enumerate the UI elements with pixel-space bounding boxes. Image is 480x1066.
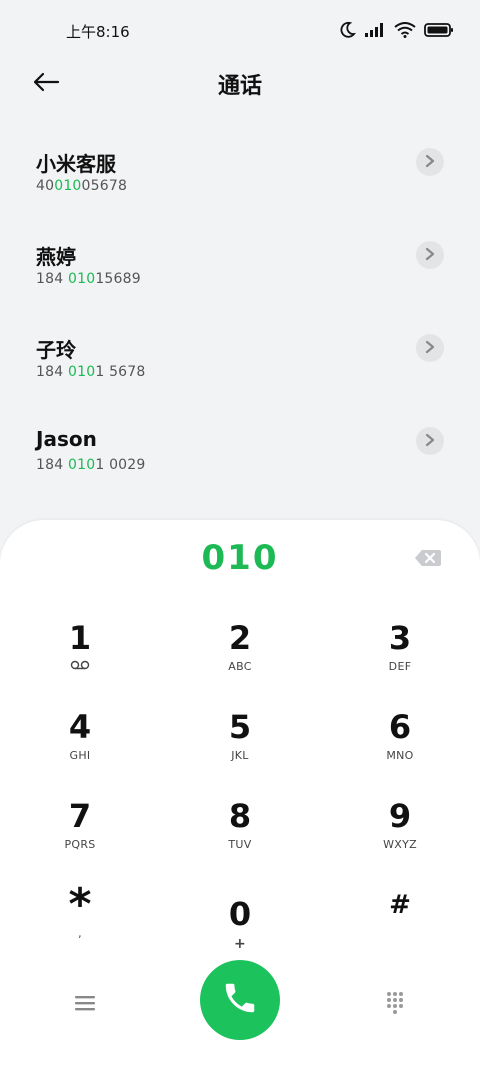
backspace-icon (414, 550, 442, 572)
key-letters: MNO (386, 749, 414, 762)
contact-number: 184 0101 0029 (36, 457, 146, 473)
key-letters: + (233, 936, 247, 952)
key-2[interactable]: 2 ABC (180, 618, 300, 696)
key-8[interactable]: 8 TUV (180, 796, 300, 874)
key-star[interactable]: * , (20, 879, 140, 963)
contact-row[interactable]: 小米客服 4001005678 (0, 118, 480, 211)
key-digit: 1 (68, 619, 92, 657)
key-letters (340, 927, 460, 941)
key-9[interactable]: 9 WXYZ (340, 796, 460, 874)
contact-detail-button[interactable] (416, 241, 444, 269)
contact-list: 小米客服 4001005678 燕婷 184 01015689 子玲 184 0… (0, 118, 480, 490)
contact-name: 小米客服 (36, 152, 116, 176)
key-digit: 5 (228, 708, 252, 746)
menu-icon (75, 995, 95, 1015)
dialpad-bottom-bar (0, 960, 480, 1050)
key-hash[interactable]: # (340, 885, 460, 963)
contact-number: 184 01015689 (36, 271, 141, 287)
chevron-right-icon (424, 153, 436, 172)
key-digit: 0 (228, 895, 252, 933)
key-letters: WXYZ (383, 838, 417, 851)
key-letters: , (78, 927, 82, 940)
header: 通话 (0, 60, 480, 106)
key-digit: 8 (228, 797, 252, 835)
contact-name: Jason (36, 427, 97, 451)
contact-number: 4001005678 (36, 178, 128, 194)
key-6[interactable]: 6 MNO (340, 707, 460, 785)
chevron-right-icon (424, 339, 436, 358)
key-1[interactable]: 1 (20, 618, 140, 696)
call-button[interactable] (200, 960, 280, 1040)
wifi-icon (394, 22, 416, 42)
key-digit: 2 (228, 619, 252, 657)
chevron-right-icon (424, 432, 436, 451)
key-7[interactable]: 7 PQRS (20, 796, 140, 874)
contact-row[interactable]: 燕婷 184 01015689 (0, 211, 480, 304)
key-digit: 9 (388, 797, 412, 835)
key-letters: DEF (388, 660, 412, 673)
key-digit: 3 (388, 619, 412, 657)
key-digit: * (68, 879, 92, 930)
contact-detail-button[interactable] (416, 148, 444, 176)
dialpad-sheet: 010 1 2 ABC 3 DEF 4 GHI 5 JKL 6 MNO 7 PQ… (0, 520, 480, 1066)
dialed-number: 010 (201, 538, 279, 578)
contact-number: 184 0101 5678 (36, 364, 146, 380)
contact-name: 燕婷 (36, 245, 76, 269)
status-icons (338, 21, 454, 43)
key-4[interactable]: 4 GHI (20, 707, 140, 785)
key-5[interactable]: 5 JKL (180, 707, 300, 785)
contact-row[interactable]: Jason 184 0101 0029 (0, 397, 480, 490)
backspace-button[interactable] (414, 548, 442, 568)
key-digit: 6 (388, 708, 412, 746)
phone-icon (221, 979, 259, 1021)
contact-detail-button[interactable] (416, 334, 444, 362)
key-digit: 4 (68, 708, 92, 746)
contact-row[interactable]: 子玲 184 0101 5678 (0, 304, 480, 397)
status-bar: 上午8:16 (0, 0, 480, 60)
key-letters: PQRS (64, 838, 96, 851)
page-title: 通话 (217, 74, 262, 99)
status-time: 上午8:16 (66, 23, 130, 41)
chevron-right-icon (424, 246, 436, 265)
signal-icon (364, 22, 386, 42)
contact-name: 子玲 (36, 338, 76, 362)
key-digit: 7 (68, 797, 92, 835)
key-letters: GHI (69, 749, 91, 762)
contact-detail-button[interactable] (416, 427, 444, 455)
key-3[interactable]: 3 DEF (340, 618, 460, 696)
keypad-toggle-button[interactable] (380, 990, 410, 1020)
key-letters: ABC (228, 660, 252, 673)
menu-button[interactable] (70, 990, 100, 1020)
key-letters: JKL (231, 749, 249, 762)
moon-icon (338, 21, 356, 43)
key-letters: TUV (228, 838, 252, 851)
battery-icon (424, 22, 454, 42)
voicemail-icon (20, 660, 140, 674)
dialpad-grid-icon (385, 991, 405, 1019)
key-digit: # (389, 890, 411, 920)
